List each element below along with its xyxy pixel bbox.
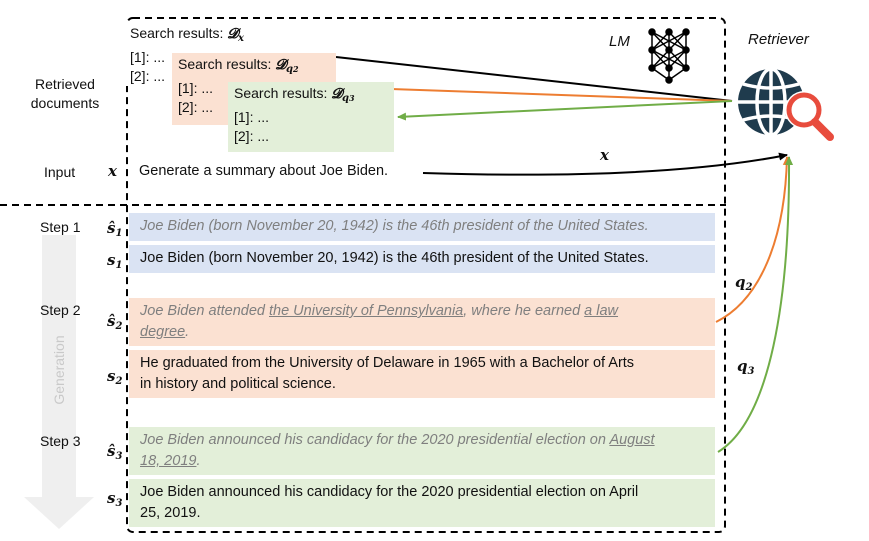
input-text: Generate a summary about Joe Biden. — [139, 163, 389, 179]
search-results-dq3-panel: Search results: 𝓓q3 [1]: ... [2]: ... — [228, 82, 394, 152]
step1-final-row: Joe Biden (born November 20, 1942) is th… — [129, 245, 715, 273]
dq3-title-text: Search results: — [234, 85, 328, 101]
s1-hat-symbol: ŝ1 — [107, 219, 122, 239]
neural-network-icon — [648, 28, 690, 84]
dq2-sub: q2 — [286, 64, 299, 75]
dq3-symbol: 𝓓q3 — [331, 86, 355, 104]
q2-label: q2 — [735, 273, 752, 293]
dq2-sub-q: q — [286, 64, 294, 75]
s2-hat-sub: 2 — [115, 321, 123, 332]
dq2-symbol: 𝓓q2 — [275, 57, 299, 75]
q3-sub: 3 — [747, 366, 755, 377]
lm-label: LM — [609, 33, 630, 50]
s3-hat-text: Joe Biden announced his candidacy for th… — [140, 432, 655, 469]
retrieved-label-line2: documents — [30, 95, 100, 111]
s3-hat-a: Joe Biden announced his candidacy for th… — [140, 432, 610, 448]
s2-hat-symbol: ŝ2 — [107, 312, 122, 332]
s1-hat-text: Joe Biden (born November 20, 1942) is th… — [140, 218, 649, 234]
step2-final-row: He graduated from the University of Dela… — [129, 350, 715, 398]
dx-sub: x — [238, 33, 244, 44]
step3-draft-row: Joe Biden announced his candidacy for th… — [129, 427, 715, 475]
step1-draft-row: Joe Biden (born November 20, 1942) is th… — [129, 213, 715, 241]
s2-hat-underline-1: the University of Pennsylvania — [269, 303, 464, 319]
s3-line1: Joe Biden announced his candidacy for th… — [140, 484, 639, 500]
dq2-d: 𝓓 — [275, 57, 287, 73]
q3-char: q — [737, 357, 748, 375]
q3-label: q3 — [737, 357, 754, 377]
arrow-retriever-to-dq3 — [397, 100, 733, 121]
retrieved-label-line1: Retrieved — [35, 76, 95, 92]
dq2-title: Search results: 𝓓q2 — [178, 55, 330, 79]
dx-d: 𝓓 — [227, 26, 239, 42]
s3-hat-b: . — [196, 453, 201, 469]
s3-hat-symbol: ŝ3 — [107, 442, 122, 462]
s1-text: Joe Biden (born November 20, 1942) is th… — [140, 250, 649, 266]
dq3-sub: q3 — [342, 93, 355, 104]
dx-title-text: Search results: — [130, 25, 224, 41]
dq2-sub-2: 2 — [293, 64, 299, 74]
s3-sub: 3 — [115, 498, 123, 509]
retriever-icon — [738, 67, 834, 141]
q2-char: q — [735, 273, 746, 291]
s2-hat-underline-3: degree — [140, 324, 186, 340]
retriever-label: Retriever — [748, 31, 809, 48]
input-symbol: x — [108, 162, 117, 180]
arrow-q3-to-retriever — [717, 156, 794, 453]
dx-symbol: 𝓓x — [227, 26, 244, 44]
s3-hat-sub: 3 — [115, 451, 123, 462]
step3-final-row: Joe Biden announced his candidacy for th… — [129, 479, 715, 527]
s3-hat-underline-1: August — [609, 432, 655, 448]
s2-hat-c: . — [185, 324, 190, 340]
input-label: Input — [44, 164, 76, 180]
step2-label: Step 2 — [40, 302, 81, 318]
generation-label: Generation — [51, 335, 67, 405]
arrow-q2-to-retriever — [715, 156, 791, 323]
s2-line2: in history and political science. — [140, 376, 336, 392]
s3-hat-underline-2: 18, 2019 — [140, 453, 197, 469]
s3-symbol: s3 — [107, 489, 122, 509]
s2-hat-underline-2: a law — [584, 303, 619, 319]
dq3-sub-q: q — [342, 93, 350, 104]
s3-line2: 25, 2019. — [140, 505, 201, 521]
s1-sub: 1 — [115, 260, 123, 271]
s2-line1: He graduated from the University of Dela… — [140, 355, 635, 371]
dq3-item1: [1]: ... — [234, 109, 270, 125]
s2-hat-b: , where he earned — [463, 303, 585, 319]
retrieved-documents-label: Retrieved documents — [14, 75, 116, 113]
s1-hat-sub: 1 — [115, 228, 123, 239]
s2-hat-text: Joe Biden attended the University of Pen… — [140, 303, 618, 340]
s2-sub: 2 — [115, 376, 123, 387]
s1-symbol: s1 — [107, 251, 122, 271]
dq3-title: Search results: 𝓓q3 — [234, 84, 388, 108]
dq2-title-text: Search results: — [178, 56, 272, 72]
x-query-label: x — [600, 146, 609, 164]
dq3-item2: [2]: ... — [234, 128, 270, 144]
dq3-d: 𝓓 — [331, 86, 343, 102]
step3-label: Step 3 — [40, 433, 81, 449]
step1-label: Step 1 — [40, 219, 81, 235]
dq3-sub-3: 3 — [349, 93, 355, 103]
dx-title: Search results: 𝓓x — [130, 24, 330, 48]
step2-draft-row: Joe Biden attended the University of Pen… — [129, 298, 715, 346]
s2-hat-a: Joe Biden attended — [140, 303, 269, 319]
q2-sub: 2 — [745, 282, 753, 293]
s2-symbol: s2 — [107, 367, 122, 387]
